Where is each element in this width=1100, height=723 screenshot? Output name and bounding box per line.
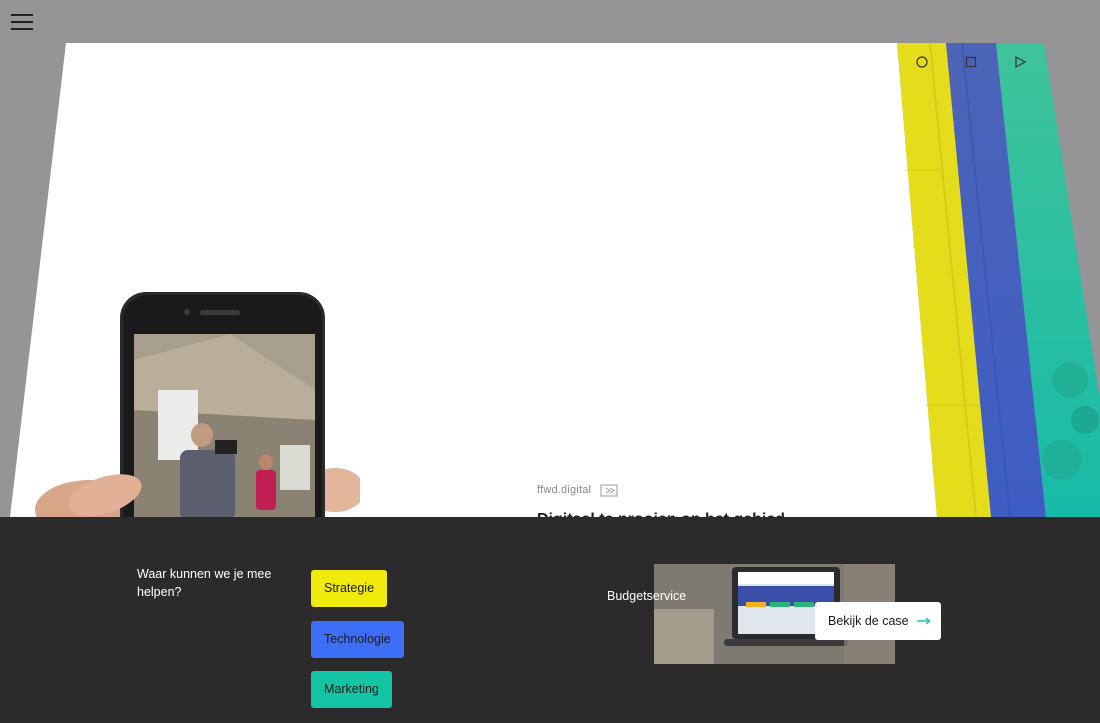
arrow-right-icon [916,612,931,630]
case-title: Budgetservice [607,589,687,603]
help-panel: Waar kunnen we je mee helpen? Strategie … [0,517,1100,723]
brand-logo-icon [600,483,618,498]
view-case-button[interactable]: Bekijk de case [815,602,941,640]
tag-technologie-button[interactable]: Technologie [311,621,404,658]
help-question: Waar kunnen we je mee helpen? [137,567,272,599]
tag-strategie-button[interactable]: Strategie [311,570,388,607]
tag-marketing-button[interactable]: Marketing [311,671,392,708]
view-case-label: Bekijk de case [828,614,909,628]
card-title[interactable]: Digitaal te prooien op het gebied [537,510,785,517]
triangle-shape-icon[interactable] [1013,55,1027,69]
card-brand: ffwd.digital [537,484,592,496]
circle-shape-icon[interactable] [915,55,929,69]
phone-photo [30,290,360,517]
square-shape-icon[interactable] [964,55,978,69]
